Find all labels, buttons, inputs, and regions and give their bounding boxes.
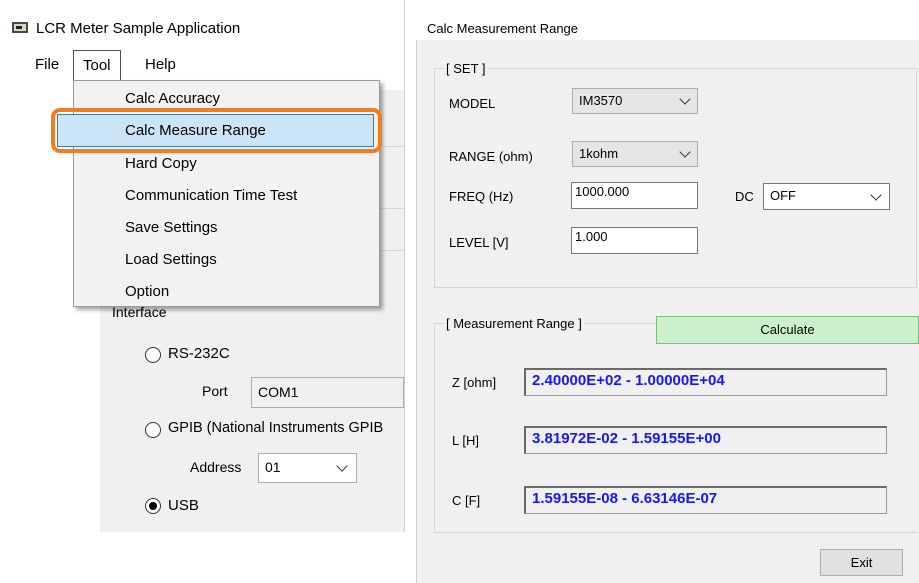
address-value: 01 <box>265 459 281 475</box>
freq-value: 1000.000 <box>575 184 630 199</box>
gpib-label: GPIB (National Instruments GPIB <box>168 420 384 436</box>
port-value: COM1 <box>258 384 299 400</box>
dc-select[interactable]: OFF <box>763 183 890 210</box>
usb-radio[interactable] <box>145 498 161 514</box>
c-label: C [F] <box>452 493 481 508</box>
exit-button[interactable]: Exit <box>820 549 903 576</box>
level-input[interactable]: 1.000 <box>571 227 698 254</box>
port-combo[interactable]: COM1 <box>251 377 404 408</box>
rs232c-radio[interactable] <box>145 347 161 363</box>
main-title-bar: LCR Meter Sample Application <box>0 0 404 37</box>
c-result-field: 1.59155E-08 - 6.63146E-07 <box>524 486 887 514</box>
menu-file[interactable]: File <box>26 50 68 80</box>
chevron-down-icon <box>870 189 882 201</box>
dc-value: OFF <box>770 188 796 203</box>
freq-input[interactable]: 1000.000 <box>571 182 698 209</box>
menu-item-option[interactable]: Option <box>125 283 169 300</box>
dc-label: DC <box>735 189 754 204</box>
range-value: 1kohm <box>579 146 619 161</box>
calculate-button[interactable]: Calculate <box>656 316 919 344</box>
usb-label: USB <box>168 497 199 514</box>
address-combo[interactable]: 01 <box>258 453 357 483</box>
main-window-title: LCR Meter Sample Application <box>36 20 241 37</box>
freq-label: FREQ (Hz) <box>449 189 514 204</box>
z-label: Z [ohm] <box>452 375 497 390</box>
address-label: Address <box>190 459 242 475</box>
app-icon <box>12 22 28 33</box>
menu-item-calc-accuracy[interactable]: Calc Accuracy <box>125 90 220 107</box>
chevron-down-icon <box>679 146 691 158</box>
dialog-title: Calc Measurement Range <box>427 21 579 36</box>
gpib-radio[interactable] <box>145 422 161 438</box>
model-select[interactable]: IM3570 <box>572 88 698 114</box>
l-result-field: 3.81972E-02 - 1.59155E+00 <box>524 426 887 454</box>
model-value: IM3570 <box>579 93 623 108</box>
range-select[interactable]: 1kohm <box>572 141 698 167</box>
menu-help[interactable]: Help <box>136 50 185 80</box>
model-label: MODEL <box>449 96 496 111</box>
l-label: L [H] <box>452 433 479 448</box>
menu-item-hard-copy[interactable]: Hard Copy <box>125 155 197 172</box>
set-group-legend: [ SET ] <box>444 61 488 76</box>
range-label: RANGE (ohm) <box>449 149 533 164</box>
level-value: 1.000 <box>575 229 608 244</box>
chevron-down-icon <box>336 460 348 472</box>
menu-item-save-settings[interactable]: Save Settings <box>125 219 218 236</box>
menu-item-communication-time-test[interactable]: Communication Time Test <box>125 187 297 204</box>
measurement-range-legend: [ Measurement Range ] <box>444 316 584 331</box>
level-label: LEVEL [V] <box>449 235 509 250</box>
rs232c-label: RS-232C <box>168 345 230 362</box>
chevron-down-icon <box>679 93 691 105</box>
port-label: Port <box>202 383 228 399</box>
menu-tool[interactable]: Tool <box>73 50 121 82</box>
z-result-field: 2.40000E+02 - 1.00000E+04 <box>524 368 887 396</box>
menu-item-load-settings[interactable]: Load Settings <box>125 251 217 268</box>
highlight-callout <box>51 108 382 153</box>
